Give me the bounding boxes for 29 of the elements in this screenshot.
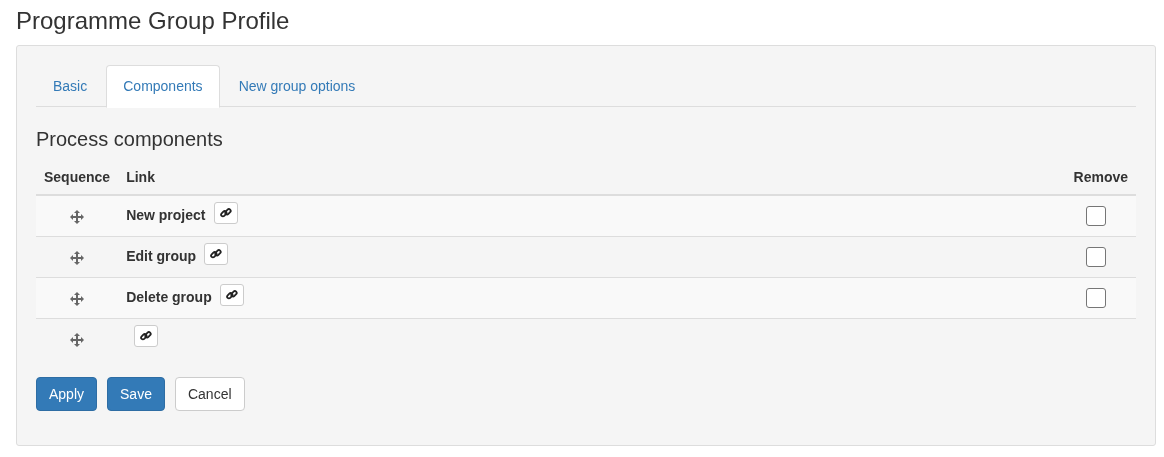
remove-checkbox[interactable]: [1086, 288, 1106, 308]
move-icon[interactable]: [70, 292, 85, 307]
link-icon: [140, 330, 153, 342]
remove-checkbox[interactable]: [1086, 206, 1106, 226]
link-icon: [210, 248, 223, 260]
component-name: New project: [126, 206, 206, 223]
link-button[interactable]: [134, 325, 159, 347]
tab[interactable]: New group options: [221, 65, 373, 108]
primary-button[interactable]: Apply: [36, 377, 98, 411]
link-icon: [219, 207, 232, 219]
cancel-button[interactable]: Cancel: [174, 377, 245, 411]
section-title: Process components: [36, 127, 223, 151]
column-header: Sequence: [44, 169, 111, 185]
tab[interactable]: Components: [106, 65, 220, 108]
primary-button[interactable]: Save: [107, 377, 165, 411]
link-icon: [225, 289, 238, 301]
tab[interactable]: Basic: [36, 65, 105, 108]
move-icon[interactable]: [70, 210, 85, 225]
component-name: Delete group: [126, 288, 212, 305]
column-header: Remove: [1073, 169, 1128, 185]
move-icon[interactable]: [70, 251, 85, 266]
page-title: Programme Group Profile: [16, 6, 290, 36]
component-name: Edit group: [126, 247, 197, 264]
link-button[interactable]: [204, 243, 229, 265]
link-button[interactable]: [213, 202, 238, 224]
link-button[interactable]: [219, 284, 244, 306]
move-icon[interactable]: [70, 333, 85, 348]
remove-checkbox[interactable]: [1086, 247, 1106, 267]
column-header: Link: [126, 169, 155, 185]
